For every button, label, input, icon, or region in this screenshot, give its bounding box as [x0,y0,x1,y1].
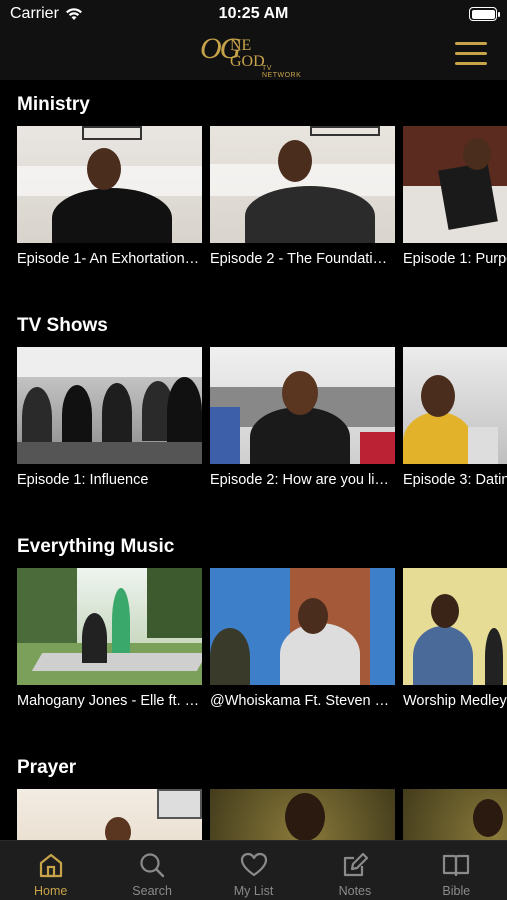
video-title: Mahogany Jones - Elle ft. Friends [17,693,202,709]
hamburger-menu-icon[interactable] [455,42,487,66]
video-thumbnail[interactable] [210,126,395,243]
tab-notes[interactable]: Notes [304,841,405,900]
logo-tv-network: TV NETWORK [262,65,302,79]
logo-god: GOD [230,53,265,70]
video-card[interactable]: Episode 3: Dating [403,347,507,488]
video-card[interactable] [403,789,507,840]
video-title: Episode 1: Influence [17,472,149,488]
section-title: Everything Music [17,536,175,557]
section-title: TV Shows [17,315,108,336]
video-title: Worship Medley [403,693,507,709]
video-thumbnail[interactable] [403,568,507,685]
carousel-row[interactable] [17,789,507,840]
heart-icon [240,852,267,877]
home-feed[interactable]: Ministry Episode 1- An Exhortation on Wo… [0,80,507,840]
video-card[interactable]: Episode 2 - The Foundation of Worship [210,126,395,267]
bottom-tab-bar: Home Search My List Notes Bible [0,840,507,900]
home-icon [39,853,62,878]
video-card[interactable]: Episode 1: Influence [17,347,202,488]
tab-search[interactable]: Search [101,841,202,900]
video-thumbnail[interactable] [17,126,202,243]
video-thumbnail[interactable] [17,789,202,840]
tab-label: My List [233,884,274,898]
video-thumbnail[interactable] [17,347,202,464]
tab-label: Notes [338,884,372,898]
video-title: Episode 3: Dating [403,472,507,488]
video-title: Episode 1- An Exhortation on Worship [17,251,202,267]
video-thumbnail[interactable] [210,789,395,840]
tab-home[interactable]: Home [0,841,101,900]
tab-label: Search [132,884,172,898]
status-time: 10:25 AM [218,5,289,22]
carousel-row[interactable]: Episode 1: Influence Episode 2: How are … [17,347,507,497]
video-card[interactable]: Episode 1- An Exhortation on Worship [17,126,202,267]
video-thumbnail[interactable] [210,347,395,464]
search-icon [140,853,165,878]
video-title: Episode 2 - The Foundation of Worship [210,251,395,267]
section-title: Prayer [17,757,77,778]
video-thumbnail[interactable] [17,568,202,685]
status-bar: Carrier 10:25 AM [0,0,507,30]
carousel-row[interactable]: Episode 1- An Exhortation on Worship Epi… [17,126,507,276]
video-card[interactable]: Episode 2: How are you living? [210,347,395,488]
book-icon [443,854,470,877]
section-title: Ministry [17,94,90,115]
video-card[interactable] [210,789,395,840]
video-card[interactable]: Worship Medley [403,568,507,709]
edit-icon [343,852,369,877]
tab-label: Home [34,884,68,898]
tab-bible[interactable]: Bible [406,841,507,900]
video-title: Episode 2: How are you living? [210,472,395,488]
video-thumbnail[interactable] [403,126,507,243]
video-card[interactable]: @Whoiskama Ft. Steven Malcolm [210,568,395,709]
video-thumbnail[interactable] [403,789,507,840]
video-thumbnail[interactable] [210,568,395,685]
video-title: @Whoiskama Ft. Steven Malcolm [210,693,395,709]
tab-label: Bible [442,884,471,898]
video-card[interactable]: Mahogany Jones - Elle ft. Friends [17,568,202,709]
carousel-row[interactable]: Mahogany Jones - Elle ft. Friends @Whois… [17,568,507,718]
battery-icon [469,7,500,21]
video-card[interactable] [17,789,202,840]
video-card[interactable]: Episode 1: Purpose [403,126,507,267]
video-title: Episode 1: Purpose [403,251,507,267]
video-thumbnail[interactable] [403,347,507,464]
app-header: OG NE GOD TV NETWORK [0,30,507,80]
tab-my-list[interactable]: My List [203,841,304,900]
brand-logo[interactable]: OG NE GOD TV NETWORK [200,32,310,79]
